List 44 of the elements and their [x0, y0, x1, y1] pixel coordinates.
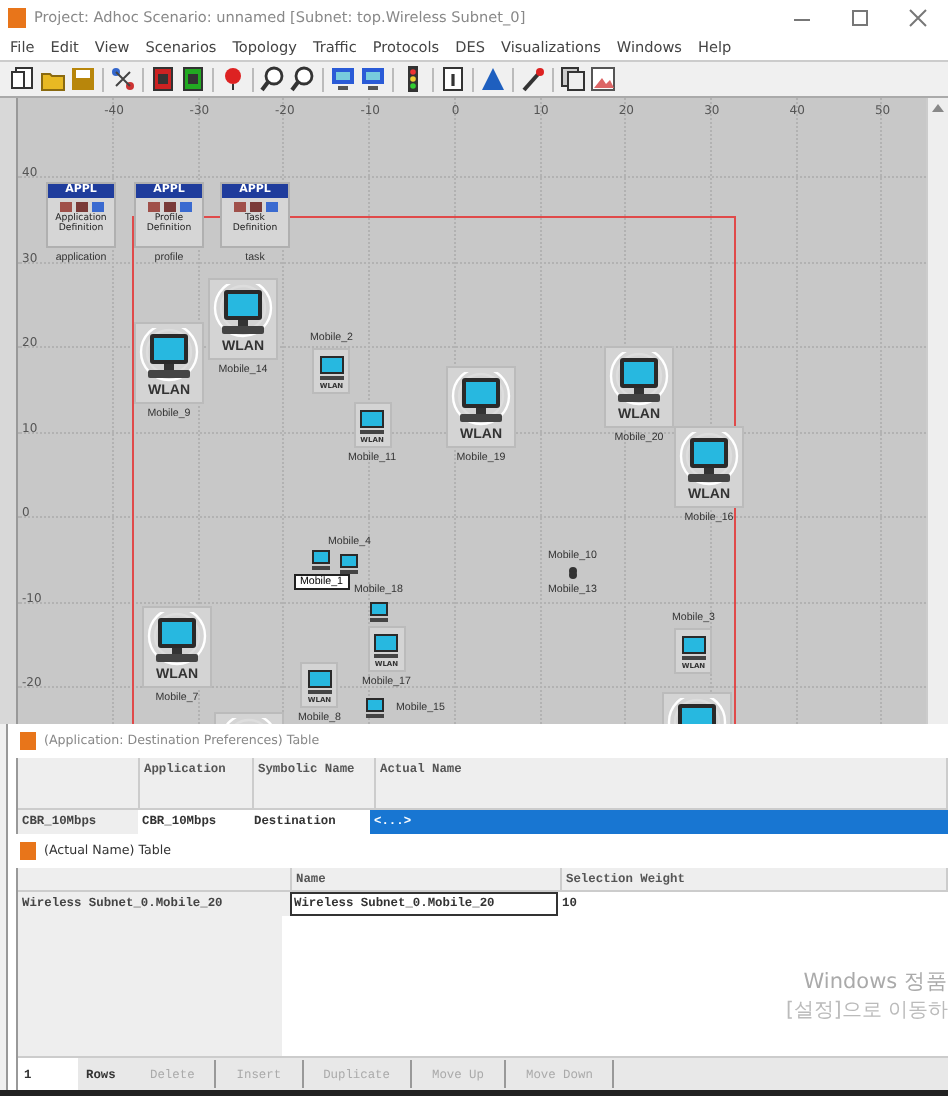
- info-icon[interactable]: [440, 66, 466, 92]
- workstation-node-icon[interactable]: [310, 548, 333, 572]
- wand-icon[interactable]: [520, 66, 546, 92]
- app-logo-icon: [8, 7, 26, 27]
- monitor-icon[interactable]: [330, 66, 356, 92]
- scroll-up-icon[interactable]: [932, 104, 944, 112]
- workstation-node-icon[interactable]: [367, 600, 390, 624]
- app-logo-icon: [20, 842, 36, 860]
- wireless-monitor-icon: [448, 372, 514, 428]
- network-canvas[interactable]: [18, 98, 926, 724]
- monitor-icon: [315, 354, 348, 382]
- monitor-icon: [356, 408, 389, 436]
- monitor-icon: [677, 634, 710, 662]
- workstation-node-icon[interactable]: [338, 552, 361, 576]
- image-icon[interactable]: [590, 66, 616, 92]
- film-icon[interactable]: [180, 66, 206, 92]
- wireless-monitor-icon: [136, 328, 202, 384]
- monitor-icon: [303, 668, 336, 696]
- triangle-icon[interactable]: [480, 66, 506, 92]
- pages-icon[interactable]: [560, 66, 586, 92]
- wireless-monitor-icon: [210, 284, 276, 340]
- maximize-icon[interactable]: [850, 7, 870, 27]
- node-dot-icon[interactable]: [567, 570, 578, 580]
- definition-icon: [57, 200, 105, 214]
- monitor-icon[interactable]: [360, 66, 386, 92]
- monitor-icon: [370, 632, 403, 660]
- close-icon[interactable]: [908, 7, 928, 27]
- nodes-icon[interactable]: [110, 66, 136, 92]
- wireless-monitor-icon: [144, 612, 210, 668]
- wireless-monitor-icon: [606, 352, 672, 408]
- film-icon[interactable]: [150, 66, 176, 92]
- scrollbar[interactable]: [926, 98, 948, 724]
- save-icon[interactable]: [70, 66, 96, 92]
- wireless-monitor-icon: [676, 432, 742, 488]
- zoom-out-icon[interactable]: [290, 66, 316, 92]
- zoom-in-icon[interactable]: [260, 66, 286, 92]
- page-icon[interactable]: [10, 66, 36, 92]
- definition-icon: [231, 200, 279, 214]
- definition-icon: [145, 200, 193, 214]
- pin-icon[interactable]: [220, 66, 246, 92]
- workstation-node-icon[interactable]: [364, 696, 386, 720]
- activation-notice: Windows 정품: [803, 968, 948, 996]
- app-logo-icon: [20, 732, 36, 750]
- activation-notice: [설정]으로 이동하: [786, 998, 948, 1024]
